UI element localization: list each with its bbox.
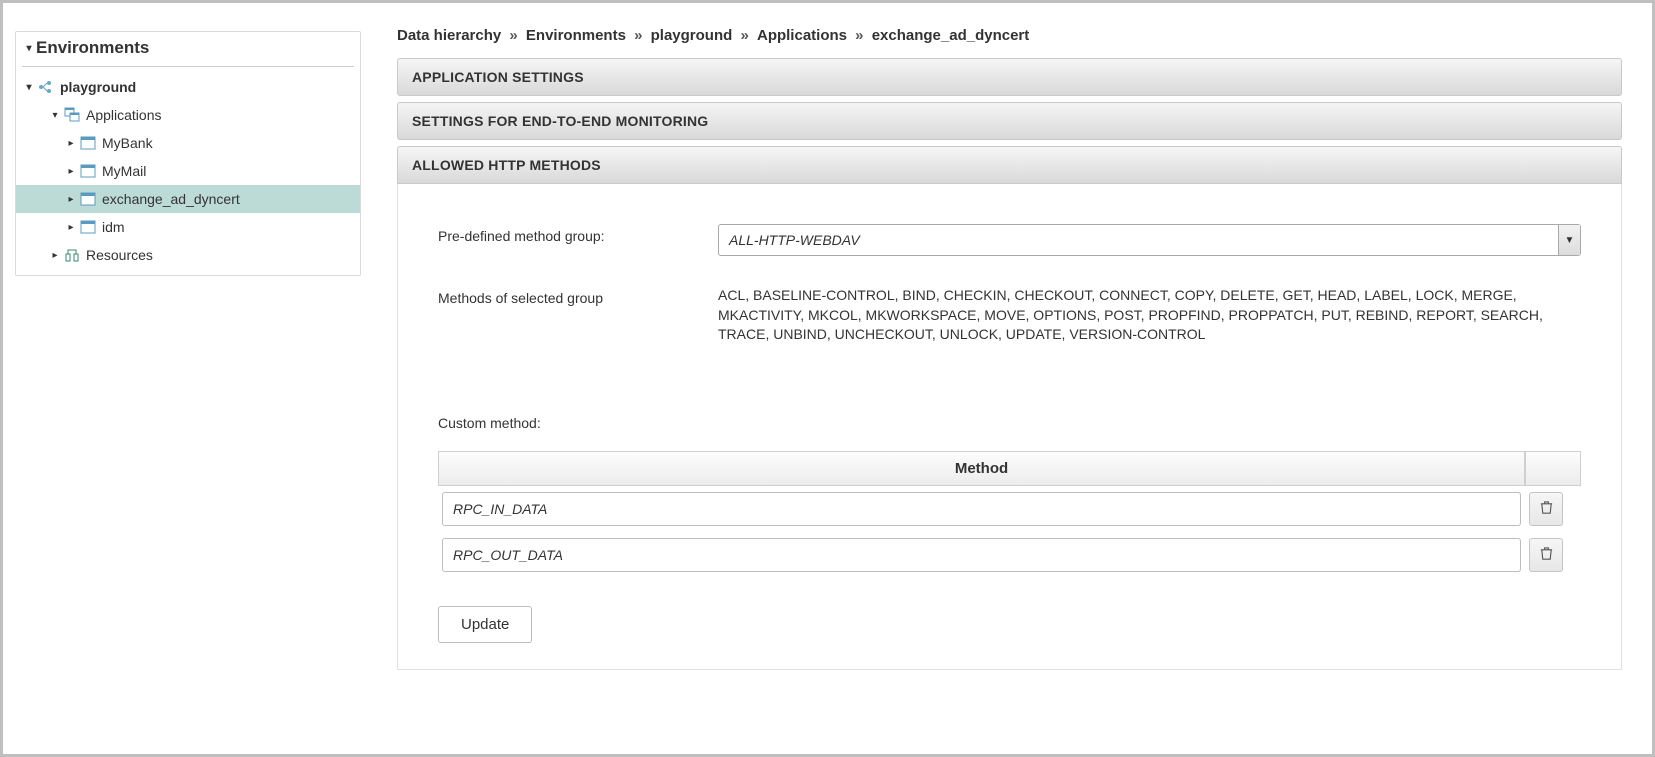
breadcrumb-sep-icon: » xyxy=(740,27,748,44)
custom-method-input[interactable] xyxy=(442,492,1521,526)
update-button[interactable]: Update xyxy=(438,606,532,643)
tree-root-label: Environments xyxy=(36,38,149,58)
breadcrumb-item[interactable]: Environments xyxy=(526,27,626,44)
panel-header-e2e-monitoring[interactable]: SETTINGS FOR END-TO-END MONITORING xyxy=(397,102,1622,140)
tree-label: idm xyxy=(102,219,125,235)
panel-title: SETTINGS FOR END-TO-END MONITORING xyxy=(412,113,708,129)
tree-node-applications[interactable]: ▾ Applications xyxy=(16,101,360,129)
tree-label: MyMail xyxy=(102,163,146,179)
tree-label: exchange_ad_dyncert xyxy=(102,191,240,207)
chevron-right-icon: ▸ xyxy=(64,222,78,233)
tree-node-app-mybank[interactable]: ▸ MyBank xyxy=(16,129,360,157)
tree-node-app-exchange-ad-dyncert[interactable]: ▸ exchange_ad_dyncert xyxy=(16,185,360,213)
chevron-right-icon: ▸ xyxy=(64,138,78,149)
chevron-right-icon: ▸ xyxy=(48,250,62,261)
select-value: ALL-HTTP-WEBDAV xyxy=(719,232,1558,248)
breadcrumb-sep-icon: » xyxy=(634,27,642,44)
divider xyxy=(22,66,354,67)
delete-method-button[interactable] xyxy=(1529,492,1563,526)
tree-label: MyBank xyxy=(102,135,153,151)
breadcrumb-sep-icon: » xyxy=(855,27,863,44)
label-custom-method: Custom method: xyxy=(438,415,1581,431)
tree-node-playground[interactable]: ▾ playground xyxy=(16,73,360,101)
breadcrumb-sep-icon: » xyxy=(509,27,517,44)
tree-node-app-idm[interactable]: ▸ idm xyxy=(16,213,360,241)
panel-title: APPLICATION SETTINGS xyxy=(412,69,584,85)
methods-of-group-text: ACL, BASELINE-CONTROL, BIND, CHECKIN, CH… xyxy=(718,286,1581,345)
custom-method-input[interactable] xyxy=(442,538,1521,572)
delete-method-button[interactable] xyxy=(1529,538,1563,572)
application-icon xyxy=(80,191,96,207)
dropdown-arrow-icon: ▼ xyxy=(1558,225,1580,255)
main-content: Data hierarchy » Environments » playgrou… xyxy=(373,3,1652,754)
breadcrumb: Data hierarchy » Environments » playgrou… xyxy=(397,27,1622,44)
label-predefined-method-group: Pre-defined method group: xyxy=(438,224,718,244)
breadcrumb-item[interactable]: Data hierarchy xyxy=(397,27,501,44)
tree-node-resources[interactable]: ▸ Resources xyxy=(16,241,360,269)
chevron-down-icon: ▾ xyxy=(22,43,36,54)
update-button-label: Update xyxy=(461,616,509,633)
breadcrumb-item[interactable]: playground xyxy=(651,27,733,44)
panel-header-application-settings[interactable]: APPLICATION SETTINGS xyxy=(397,58,1622,96)
table-header-method: Method xyxy=(438,451,1525,486)
chevron-right-icon: ▸ xyxy=(64,166,78,177)
label-methods-of-group: Methods of selected group xyxy=(438,286,718,306)
chevron-down-icon: ▾ xyxy=(22,82,36,93)
table-header-actions xyxy=(1525,451,1581,486)
chevron-right-icon: ▸ xyxy=(64,194,78,205)
tree-label: Applications xyxy=(86,107,162,123)
resources-icon xyxy=(64,247,80,263)
chevron-down-icon: ▾ xyxy=(48,110,62,121)
trash-icon xyxy=(1539,500,1554,518)
breadcrumb-item[interactable]: exchange_ad_dyncert xyxy=(872,27,1030,44)
table-row xyxy=(438,532,1581,578)
panel-title: ALLOWED HTTP METHODS xyxy=(412,157,601,173)
custom-methods-table: Method xyxy=(438,451,1581,578)
tree-node-app-mymail[interactable]: ▸ MyMail xyxy=(16,157,360,185)
application-icon xyxy=(80,163,96,179)
select-predefined-method-group[interactable]: ALL-HTTP-WEBDAV ▼ xyxy=(718,224,1581,256)
panel-header-allowed-http-methods[interactable]: ALLOWED HTTP METHODS xyxy=(397,146,1622,184)
application-icon xyxy=(80,135,96,151)
tree-label: Resources xyxy=(86,247,153,263)
breadcrumb-item[interactable]: Applications xyxy=(757,27,847,44)
trash-icon xyxy=(1539,546,1554,564)
application-icon xyxy=(80,219,96,235)
tree-label: playground xyxy=(60,79,136,95)
sidebar: ▾ Environments ▾ playground ▾ Applicatio… xyxy=(3,3,373,754)
table-row xyxy=(438,486,1581,532)
panel-body-allowed-http-methods: Pre-defined method group: ALL-HTTP-WEBDA… xyxy=(397,184,1622,670)
environment-icon xyxy=(38,79,54,95)
applications-icon xyxy=(64,107,80,123)
tree-root-environments[interactable]: ▾ Environments xyxy=(16,32,360,66)
